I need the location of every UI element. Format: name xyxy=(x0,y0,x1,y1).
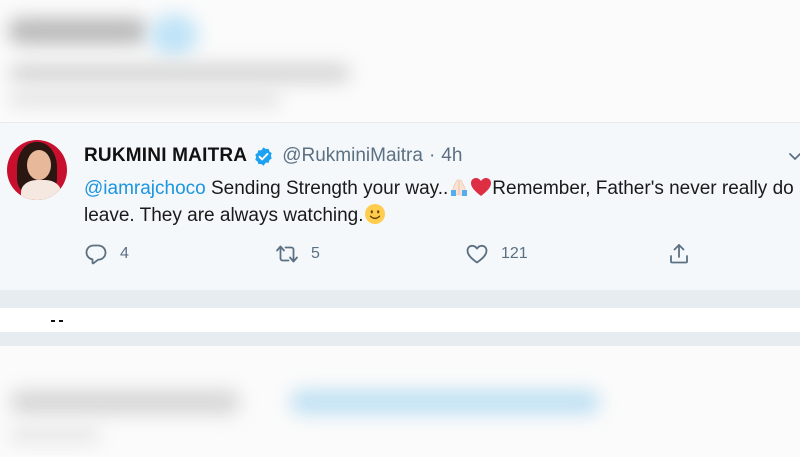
timeline-divider xyxy=(0,290,800,308)
red-heart-emoji-icon xyxy=(471,178,492,196)
mention-link[interactable]: @iamrajchoco xyxy=(84,178,206,199)
tweet-timestamp[interactable]: 4h xyxy=(441,145,462,167)
timeline-divider-lower xyxy=(0,332,800,346)
like-icon xyxy=(466,244,488,264)
like-button[interactable]: 121 xyxy=(465,242,528,266)
tweet-header: RUKMINI MAITRA @RukminiMaitra · 4h xyxy=(84,145,462,167)
share-button[interactable] xyxy=(667,242,691,266)
like-count: 121 xyxy=(501,245,528,262)
slightly-smiling-face-emoji-icon xyxy=(364,204,385,224)
separator-dot: · xyxy=(428,145,436,166)
ellipsis-fragment xyxy=(51,320,65,323)
blurred-previous-tweet xyxy=(0,0,800,122)
tweet-card[interactable]: RUKMINI MAITRA @RukminiMaitra · 4h @iamr… xyxy=(0,122,800,290)
reply-button[interactable]: 4 xyxy=(84,242,129,266)
share-icon xyxy=(670,244,688,264)
author-handle[interactable]: @RukminiMaitra xyxy=(282,145,423,167)
verified-badge-icon xyxy=(253,146,274,167)
chevron-down-icon[interactable] xyxy=(787,149,800,165)
retweet-icon xyxy=(276,245,298,263)
author-name[interactable]: RUKMINI MAITRA xyxy=(84,145,247,167)
folded-hands-emoji-icon xyxy=(451,179,468,196)
reply-icon xyxy=(85,244,107,265)
reply-count: 4 xyxy=(120,245,129,262)
blurred-next-tweet xyxy=(0,346,800,457)
avatar[interactable] xyxy=(7,140,67,200)
retweet-count: 5 xyxy=(311,245,320,262)
tweet-text-part1: Sending Strength your way.. xyxy=(205,178,449,199)
tweet-text: @iamrajchoco Sending Strength your way..… xyxy=(84,175,800,229)
next-tweet-edge xyxy=(0,308,800,332)
tweet-actions: 4 5 121 xyxy=(0,242,800,266)
retweet-button[interactable]: 5 xyxy=(275,242,320,266)
